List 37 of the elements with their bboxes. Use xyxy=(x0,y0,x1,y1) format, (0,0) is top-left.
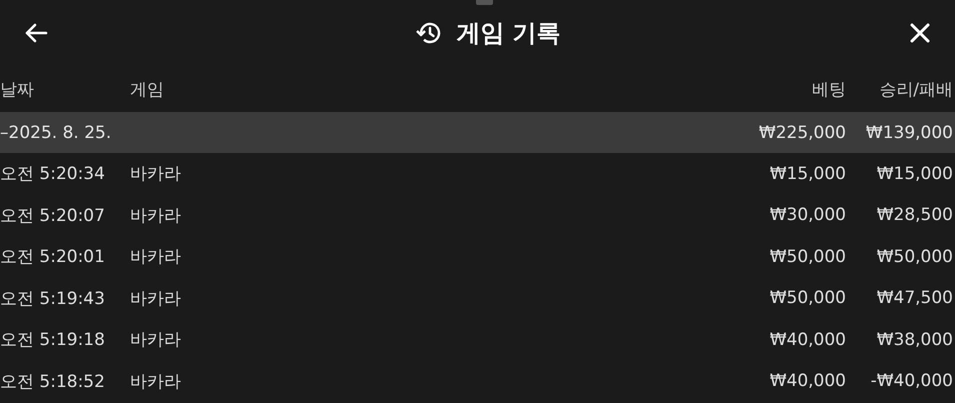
table-cell-text: 바카라 xyxy=(130,288,182,310)
table-cell-text: ₩50,000 xyxy=(876,246,954,267)
table-cell-text: ₩40,000 xyxy=(768,371,846,392)
table-cell-text: ₩30,000 xyxy=(768,205,846,226)
table-cell-text: 바카라 xyxy=(130,246,182,268)
column-header: 날짜 xyxy=(0,78,35,100)
table-cell-text: 오전 5:19:18 xyxy=(0,329,106,352)
table-cell-text: 오전 5:19:43 xyxy=(0,288,106,310)
back-arrow-icon xyxy=(24,23,48,43)
table-cell-text: -₩40,000 xyxy=(870,371,954,392)
table-cell-text: ₩50,000 xyxy=(768,288,846,308)
group-date: –2025. 8. 25. xyxy=(0,122,112,142)
table-cell-text: 오전 5:20:07 xyxy=(0,204,106,227)
group-bet-total: ₩225,000 xyxy=(758,122,846,142)
table-cell-text: ₩28,500 xyxy=(876,205,954,226)
column-header: 게임 xyxy=(130,78,165,100)
close-icon xyxy=(908,22,931,44)
table-cell-text: ₩40,000 xyxy=(768,330,846,350)
table-cell-text: 바카라 xyxy=(130,329,182,352)
table-cell-text: ₩15,000 xyxy=(876,164,954,184)
table-cell-text: ₩47,500 xyxy=(876,288,954,308)
date-group-row[interactable]: –2025. 8. 25. ₩225,000 ₩139,000 xyxy=(0,112,955,153)
group-result-total: ₩139,000 xyxy=(864,122,954,142)
table-cell-text: ₩50,000 xyxy=(768,246,846,267)
table-cell-text: 오전 5:20:34 xyxy=(0,163,106,186)
table-cell-text: 바카라 xyxy=(130,204,182,227)
column-header: 승리/패배 xyxy=(878,78,954,100)
table-cell-text: 바카라 xyxy=(130,370,182,393)
table-cell-text: ₩38,000 xyxy=(876,330,954,350)
window-title: 게임 기록 xyxy=(456,18,561,49)
column-header: 베팅 xyxy=(811,78,846,100)
drag-handle[interactable] xyxy=(476,0,493,5)
table-cell-text: 오전 5:18:52 xyxy=(0,370,106,393)
table-cell-text: 오전 5:20:01 xyxy=(0,246,106,268)
table-cell-text: 바카라 xyxy=(130,163,182,186)
history-icon xyxy=(416,21,442,45)
table-cell-text: ₩15,000 xyxy=(768,164,846,184)
